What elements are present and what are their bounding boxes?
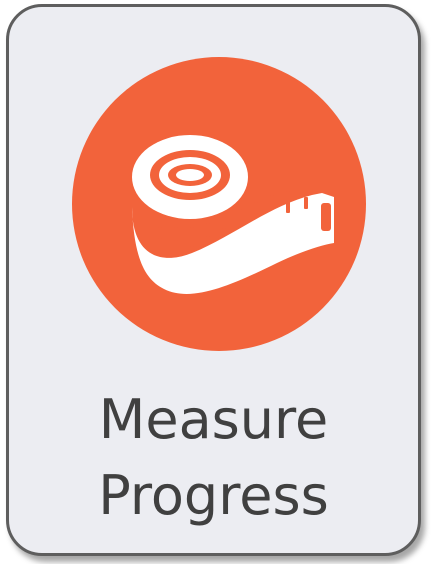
tile-title-line1: Measure bbox=[98, 388, 329, 451]
tile-title-line2: Progress bbox=[98, 464, 329, 527]
measure-progress-tile[interactable]: Measure Progress bbox=[6, 4, 421, 556]
measuring-tape-icon bbox=[132, 135, 334, 294]
icon-badge bbox=[72, 57, 366, 351]
